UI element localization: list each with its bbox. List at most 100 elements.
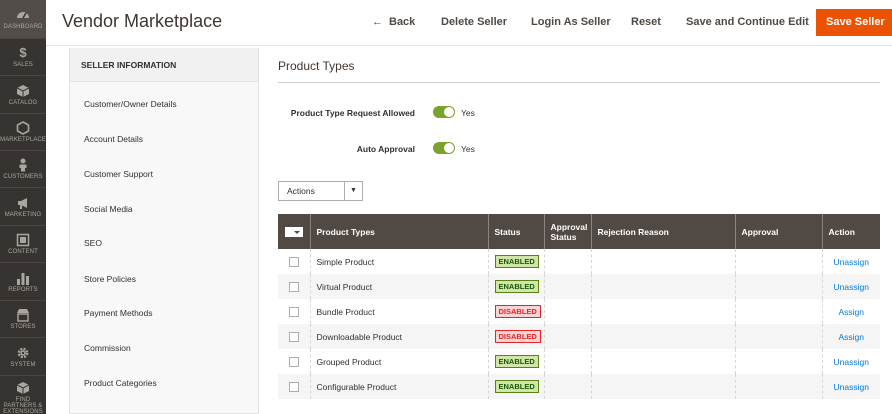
row-checkbox[interactable] bbox=[288, 331, 299, 342]
product-type-cell: Simple Product bbox=[309, 249, 488, 274]
product-type-cell: Downloadable Product bbox=[309, 324, 488, 349]
nav-reports[interactable]: REPORTS bbox=[0, 271, 46, 294]
col-status[interactable]: Status bbox=[487, 214, 544, 249]
unassign-link[interactable]: Unassign bbox=[829, 357, 875, 367]
mass-select-checkbox[interactable] bbox=[284, 226, 303, 237]
product-type-request-toggle[interactable] bbox=[433, 106, 455, 118]
nav-catalog[interactable]: CATALOG bbox=[0, 84, 46, 107]
approval-cell bbox=[734, 249, 822, 274]
product-type-cell: Virtual Product bbox=[309, 274, 488, 299]
person-icon bbox=[19, 158, 27, 172]
status-badge: ENABLED bbox=[494, 255, 539, 268]
product-type-cell: Grouped Product bbox=[309, 349, 488, 374]
tab-seo[interactable]: SEO bbox=[84, 238, 102, 248]
table-row: Grouped Product ENABLED Unassign bbox=[278, 349, 880, 374]
page-header: Vendor Marketplace ← Back Delete Seller L… bbox=[46, 0, 892, 46]
nav-system[interactable]: SYSTEM bbox=[0, 346, 46, 369]
row-checkbox[interactable] bbox=[288, 381, 299, 392]
nav-marketplace[interactable]: MARKETPLACE bbox=[0, 121, 46, 144]
save-continue-button[interactable]: Save and Continue Edit bbox=[686, 9, 809, 36]
approval-status-cell bbox=[543, 299, 591, 324]
save-seller-button[interactable]: Save Seller bbox=[816, 9, 892, 36]
tab-social-media[interactable]: Social Media bbox=[84, 204, 133, 214]
approval-status-cell bbox=[543, 374, 591, 399]
field-label-product-type-request: Product Type Request Allowed bbox=[290, 108, 415, 118]
store-icon bbox=[17, 309, 29, 322]
table-row: Virtual Product ENABLED Unassign bbox=[278, 274, 880, 299]
layout-icon bbox=[16, 233, 30, 247]
table-row: Bundle Product DISABLED Assign bbox=[278, 299, 880, 324]
unassign-link[interactable]: Unassign bbox=[829, 382, 875, 392]
col-action[interactable]: Action bbox=[821, 214, 880, 249]
field-label-auto-approval: Auto Approval bbox=[356, 144, 415, 154]
dashboard-icon bbox=[17, 12, 29, 19]
rejection-reason-cell bbox=[590, 374, 735, 399]
table-row: Configurable Product ENABLED Unassign bbox=[278, 374, 880, 399]
seller-tabs: SELLER INFORMATION Customer/Owner Detail… bbox=[69, 48, 259, 414]
mass-select[interactable] bbox=[278, 214, 310, 249]
bar-chart-icon bbox=[17, 273, 29, 285]
tab-commission[interactable]: Commission bbox=[84, 343, 131, 353]
row-checkbox[interactable] bbox=[288, 356, 299, 367]
back-button[interactable]: ← Back bbox=[372, 9, 415, 36]
approval-cell bbox=[734, 349, 822, 374]
tab-store-policies[interactable]: Store Policies bbox=[84, 274, 136, 284]
gear-icon bbox=[17, 347, 29, 359]
approval-status-cell bbox=[543, 249, 591, 274]
approval-cell bbox=[734, 274, 822, 299]
arrow-left-icon: ← bbox=[372, 16, 383, 28]
login-as-seller-button[interactable]: Login As Seller bbox=[531, 9, 611, 36]
nav-customers[interactable]: CUSTOMERS bbox=[0, 158, 46, 181]
approval-cell bbox=[734, 324, 822, 349]
nav-sales[interactable]: $ SALES bbox=[0, 46, 46, 69]
col-rejection-reason[interactable]: Rejection Reason bbox=[590, 214, 735, 249]
table-row: Downloadable Product DISABLED Assign bbox=[278, 324, 880, 349]
col-product-types[interactable]: Product Types bbox=[309, 214, 488, 249]
toggle-value: Yes bbox=[461, 108, 475, 118]
row-checkbox[interactable] bbox=[288, 281, 299, 292]
assign-link[interactable]: Assign bbox=[829, 307, 875, 317]
product-types-grid: Product Types Status Approval Status Rej… bbox=[278, 214, 880, 399]
row-checkbox[interactable] bbox=[288, 306, 299, 317]
tab-account-details[interactable]: Account Details bbox=[84, 134, 143, 144]
nav-marketing[interactable]: MARKETING bbox=[0, 196, 46, 219]
tabs-heading[interactable]: SELLER INFORMATION bbox=[70, 48, 258, 82]
rejection-reason-cell bbox=[590, 349, 735, 374]
product-type-cell: Bundle Product bbox=[309, 299, 488, 324]
approval-cell bbox=[734, 299, 822, 324]
product-type-cell: Configurable Product bbox=[309, 374, 488, 399]
page-title: Vendor Marketplace bbox=[62, 11, 223, 31]
nav-content[interactable]: CONTENT bbox=[0, 233, 46, 256]
grid-header-row: Product Types Status Approval Status Rej… bbox=[278, 214, 880, 249]
nav-find-partners[interactable]: FIND PARTNERS & EXTENSIONS bbox=[0, 381, 46, 414]
chevron-down-icon: ▼ bbox=[344, 182, 362, 200]
status-badge: ENABLED bbox=[494, 355, 539, 368]
row-checkbox[interactable] bbox=[288, 256, 299, 267]
delete-seller-button[interactable]: Delete Seller bbox=[441, 9, 507, 36]
nav-stores[interactable]: STORES bbox=[0, 308, 46, 331]
hexagon-icon bbox=[16, 121, 30, 135]
toggle-value: Yes bbox=[461, 144, 475, 154]
col-approval[interactable]: Approval bbox=[734, 214, 822, 249]
unassign-link[interactable]: Unassign bbox=[829, 257, 875, 267]
partners-cube-icon bbox=[16, 382, 30, 394]
unassign-link[interactable]: Unassign bbox=[829, 282, 875, 292]
tab-product-categories[interactable]: Product Categories bbox=[84, 378, 157, 388]
tab-customer-support[interactable]: Customer Support bbox=[84, 169, 153, 179]
tab-payment-methods[interactable]: Payment Methods bbox=[84, 308, 153, 318]
rejection-reason-cell bbox=[590, 274, 735, 299]
table-row: Simple Product ENABLED Unassign bbox=[278, 249, 880, 274]
reset-button[interactable]: Reset bbox=[631, 9, 661, 36]
col-approval-status[interactable]: Approval Status bbox=[543, 214, 591, 249]
tab-customer-owner-details[interactable]: Customer/Owner Details bbox=[84, 99, 177, 109]
auto-approval-toggle[interactable] bbox=[433, 142, 455, 154]
rejection-reason-cell bbox=[590, 249, 735, 274]
status-badge: DISABLED bbox=[494, 305, 541, 318]
section-divider bbox=[278, 82, 880, 83]
actions-dropdown[interactable]: Actions ▼ bbox=[278, 181, 363, 201]
assign-link[interactable]: Assign bbox=[829, 332, 875, 342]
status-badge: ENABLED bbox=[494, 280, 539, 293]
nav-dashboard[interactable]: DASHBOARD bbox=[0, 0, 46, 38]
cube-icon bbox=[16, 85, 30, 97]
approval-status-cell bbox=[543, 349, 591, 374]
